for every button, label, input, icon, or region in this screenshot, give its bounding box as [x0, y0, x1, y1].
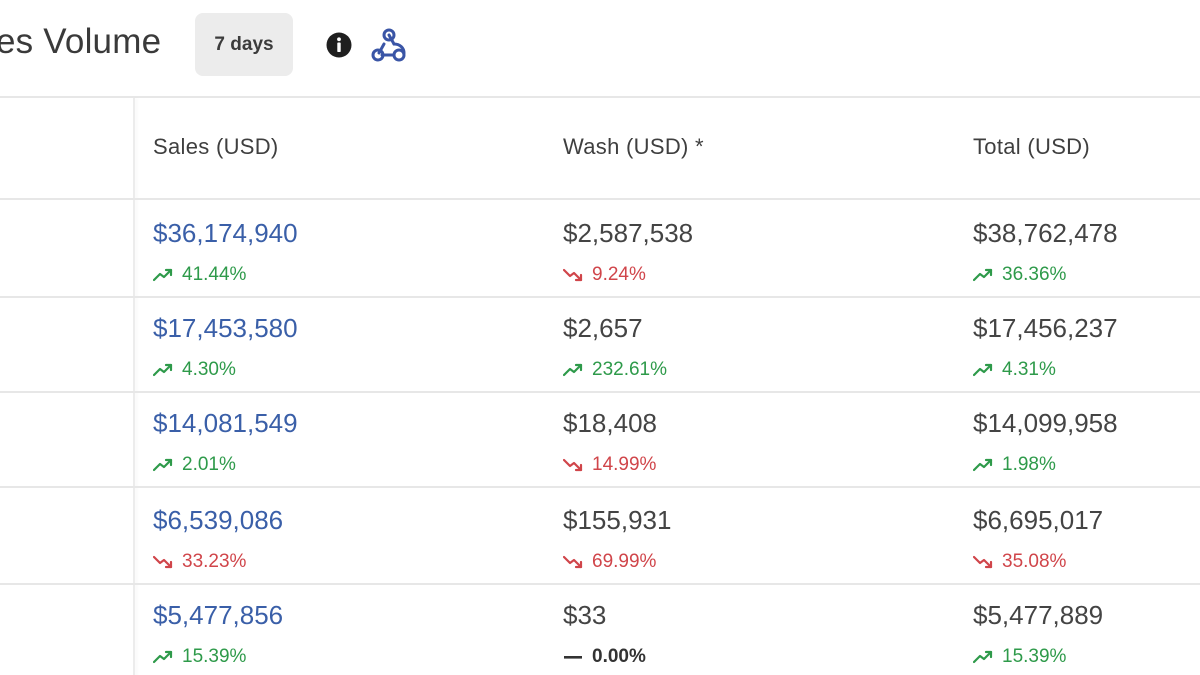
wash-change: 0.00%	[563, 646, 646, 668]
change-percent: 14.99%	[592, 454, 657, 475]
table-row: $14,081,549 2.01% $18,408 14.99% $14,099,958…	[0, 392, 1200, 488]
change-percent: 1.98%	[1002, 454, 1056, 475]
table-header: Sales (USD) Wash (USD) * Total (USD)	[0, 98, 1200, 200]
sales-amount[interactable]: $36,174,940	[153, 218, 298, 249]
change-percent: 0.00%	[592, 646, 646, 667]
trend-up-icon	[153, 650, 173, 664]
change-percent: 33.23%	[182, 551, 247, 572]
trend-up-icon	[563, 363, 583, 377]
change-percent: 69.99%	[592, 551, 657, 572]
column-header-total[interactable]: Total (USD)	[973, 134, 1090, 160]
sales-amount[interactable]: $6,539,086	[153, 505, 283, 536]
wash-amount: $33	[563, 600, 607, 630]
trend-up-icon	[153, 458, 173, 472]
wash-change: 14.99%	[563, 454, 656, 476]
trend-up-icon	[973, 458, 993, 472]
trend-up-icon	[973, 650, 993, 664]
wash-amount: $2,587,538	[563, 218, 694, 248]
trend-up-icon	[973, 268, 993, 282]
sales-change: 4.30%	[153, 359, 236, 381]
change-percent: 15.39%	[1002, 646, 1067, 667]
wash-change: 9.24%	[563, 264, 646, 286]
sales-amount[interactable]: $14,081,549	[153, 408, 298, 439]
change-percent: 4.30%	[182, 359, 236, 380]
change-percent: 41.44%	[182, 264, 247, 285]
header: es Volume 7 days	[0, 0, 1200, 96]
table-row: $17,453,580 4.30% $2,657 232.61% $17,456,237…	[0, 297, 1200, 393]
trend-down-icon	[563, 555, 583, 569]
change-percent: 4.31%	[1002, 359, 1056, 380]
period-selector-button[interactable]: 7 days	[195, 13, 293, 76]
trend-down-icon	[563, 458, 583, 472]
trend-flat-icon	[564, 656, 582, 659]
change-percent: 36.36%	[1002, 264, 1067, 285]
change-percent: 2.01%	[182, 454, 236, 475]
total-change: 35.08%	[973, 551, 1066, 573]
sales-change: 41.44%	[153, 264, 246, 286]
trend-down-icon	[153, 555, 173, 569]
total-change: 1.98%	[973, 454, 1056, 476]
wash-change: 232.61%	[563, 359, 667, 381]
change-percent: 35.08%	[1002, 551, 1067, 572]
sales-amount[interactable]: $17,453,580	[153, 313, 298, 344]
change-percent: 9.24%	[592, 264, 646, 285]
sales-volume-table: Sales (USD) Wash (USD) * Total (USD) $36…	[0, 96, 1200, 675]
trend-down-icon	[973, 555, 993, 569]
total-amount: $14,099,958	[973, 408, 1118, 438]
column-header-wash[interactable]: Wash (USD) *	[563, 134, 704, 160]
column-header-sales[interactable]: Sales (USD)	[153, 134, 279, 160]
table-row: $6,539,086 33.23% $155,931 69.99% $6,695,017…	[0, 489, 1200, 585]
total-amount: $38,762,478	[973, 218, 1118, 248]
sales-change: 15.39%	[153, 646, 246, 668]
sales-change: 2.01%	[153, 454, 236, 476]
webhook-icon[interactable]	[370, 27, 408, 63]
total-amount: $17,456,237	[973, 313, 1118, 343]
page-title: es Volume	[0, 22, 162, 61]
wash-change: 69.99%	[563, 551, 656, 573]
change-percent: 15.39%	[182, 646, 247, 667]
trend-down-icon	[563, 268, 583, 282]
trend-up-icon	[153, 268, 173, 282]
total-amount: $5,477,889	[973, 600, 1104, 630]
wash-amount: $18,408	[563, 408, 657, 438]
table-row: $36,174,940 41.44% $2,587,538 9.24% $38,762,…	[0, 202, 1200, 298]
wash-amount: $155,931	[563, 505, 672, 535]
sales-change: 33.23%	[153, 551, 246, 573]
sales-amount[interactable]: $5,477,856	[153, 600, 283, 631]
total-change: 36.36%	[973, 264, 1066, 286]
info-icon[interactable]	[326, 32, 352, 58]
trend-up-icon	[973, 363, 993, 377]
trend-up-icon	[153, 363, 173, 377]
wash-amount: $2,657	[563, 313, 643, 343]
total-amount: $6,695,017	[973, 505, 1104, 535]
table-row: $5,477,856 15.39% $33 0.00% $5,477,889 15.39%	[0, 584, 1200, 675]
total-change: 4.31%	[973, 359, 1056, 381]
change-percent: 232.61%	[592, 359, 668, 380]
total-change: 15.39%	[973, 646, 1066, 668]
